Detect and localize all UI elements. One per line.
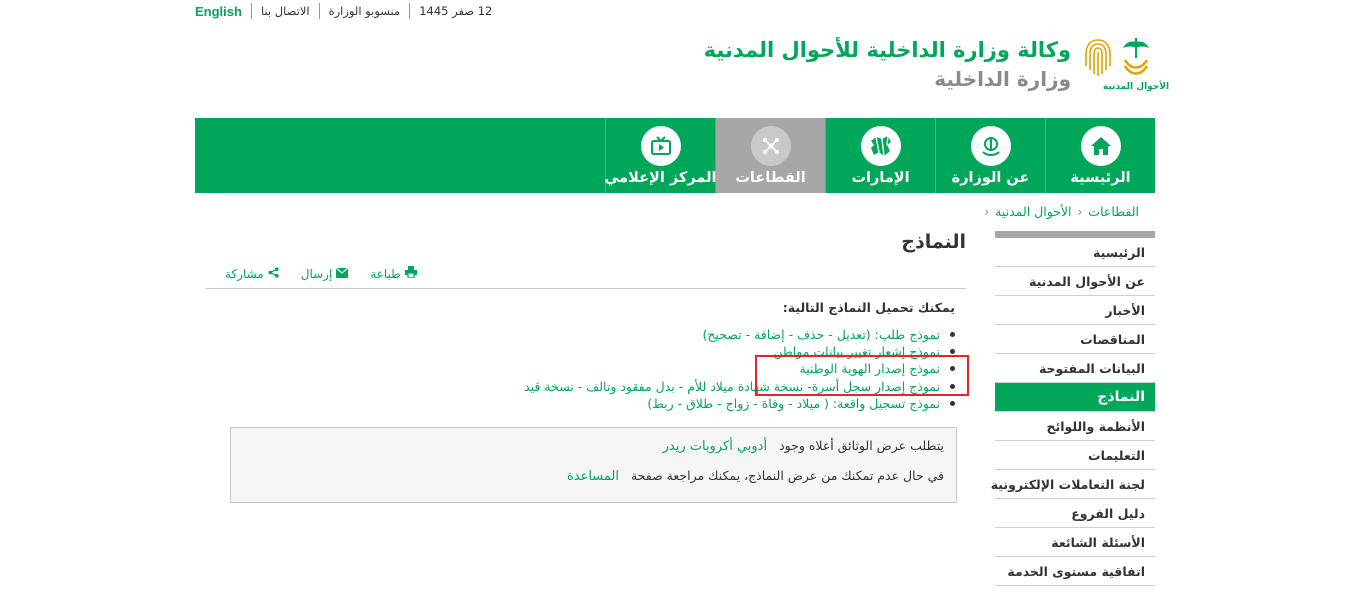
sidebar-item-e-committee[interactable]: لجنة التعاملات الإلكترونية	[991, 470, 1155, 499]
sidebar-item-news[interactable]: الأخبار	[995, 296, 1155, 325]
breadcrumb-sectors[interactable]: القطاعات	[1088, 204, 1139, 219]
page-title: النماذج	[901, 231, 966, 253]
divider	[318, 3, 320, 19]
sidebar-item-open-data[interactable]: البيانات المفتوحة	[995, 354, 1155, 383]
printer-icon	[404, 266, 417, 281]
list-item[interactable]: نموذج تسجيل واقعة: ( ميلاد - وفاة - زواج…	[524, 395, 955, 412]
divider	[409, 3, 411, 19]
sidebar-item-forms[interactable]: النماذج	[995, 383, 1155, 412]
main-nav: الرئيسية عن الوزارة الإمارات القطاعات ال…	[195, 118, 1155, 193]
adobe-reader-link[interactable]: أدوبي أكروبات ريدر	[663, 439, 767, 454]
nav-sectors[interactable]: القطاعات	[715, 118, 825, 193]
highlight-box	[755, 355, 969, 396]
fingerprint-icon	[1083, 36, 1113, 80]
page-tools: مشاركة إرسال طباعة	[225, 266, 417, 281]
bullet	[950, 400, 955, 406]
share-nodes-icon	[750, 126, 791, 166]
sidebar-item-faq[interactable]: الأسئلة الشائعة	[995, 528, 1155, 557]
share-icon	[268, 266, 279, 281]
bullet	[950, 332, 955, 338]
site-logo[interactable]: الأحوال المدنية وكالة وزارة الداخلية للأ…	[703, 36, 1169, 98]
form-link[interactable]: نموذج طلب: (تعديل - حذف - إضافة - تصحيح)	[702, 326, 940, 343]
sidebar-item-sla[interactable]: اتفاقية مستوى الخدمة	[995, 557, 1155, 586]
sidebar-item-instructions[interactable]: التعليمات	[995, 441, 1155, 470]
share-label: مشاركة	[225, 266, 264, 281]
top-utility-bar: English الاتصال بنا منسوبو الوزارة 12 صف…	[195, 2, 500, 20]
breadcrumb: القطاعات ‹ الأحوال المدنية ‹	[978, 204, 1139, 219]
agency-title: وكالة وزارة الداخلية للأحوال المدنية	[703, 38, 1071, 62]
nav-label: المركز الإعلامي	[604, 170, 717, 186]
chevron-left-icon: ‹	[984, 204, 990, 219]
help-page-link[interactable]: المساعدة	[567, 469, 619, 484]
print-button[interactable]: طباعة	[370, 266, 417, 281]
map-icon	[860, 126, 901, 166]
emblem-caption: الأحوال المدنية	[1102, 82, 1170, 92]
ministry-title: وزارة الداخلية	[934, 67, 1071, 91]
bullet	[950, 349, 955, 355]
home-icon	[1080, 126, 1121, 166]
notice-text: في حال عدم تمكنك من عرض النماذج، يمكنك م…	[630, 468, 944, 483]
print-label: طباعة	[370, 266, 401, 281]
send-label: إرسال	[300, 266, 333, 281]
sidebar-menu: الرئيسية عن الأحوال المدنية الأخبار المن…	[991, 231, 1155, 586]
sidebar-item-tenders[interactable]: المناقصات	[995, 325, 1155, 354]
sidebar-item-branches[interactable]: دليل الفروع	[995, 499, 1155, 528]
hijri-date: 12 صفر 1445	[419, 4, 493, 18]
form-link[interactable]: نموذج تسجيل واقعة: ( ميلاد - وفاة - زواج…	[647, 395, 940, 412]
nav-label: عن الوزارة	[951, 170, 1030, 186]
notice-box: يتطلب عرض الوثائق أعلاه وجود أدوبي أكروب…	[230, 427, 957, 503]
notice-text: يتطلب عرض الوثائق أعلاه وجود	[779, 438, 944, 453]
nav-media-center[interactable]: المركز الإعلامي	[604, 118, 717, 193]
send-button[interactable]: إرسال	[301, 266, 349, 281]
saudi-emblem-icon: الأحوال المدنية	[1103, 36, 1169, 98]
ministry-emblem-icon	[970, 126, 1011, 166]
nav-label: الرئيسية	[1070, 170, 1131, 186]
nav-regions[interactable]: الإمارات	[825, 118, 935, 193]
divider	[250, 3, 252, 19]
nav-about-ministry[interactable]: عن الوزارة	[935, 118, 1045, 193]
nav-label: القطاعات	[735, 170, 806, 186]
staff-link[interactable]: منسوبو الوزارة	[329, 4, 401, 18]
nav-label: الإمارات	[851, 170, 910, 186]
sidebar-item-regulations[interactable]: الأنظمة واللوائح	[995, 412, 1155, 441]
list-item[interactable]: نموذج طلب: (تعديل - حذف - إضافة - تصحيح)	[524, 326, 955, 343]
envelope-icon	[335, 267, 349, 281]
tv-icon	[640, 126, 681, 166]
sidebar-item-about[interactable]: عن الأحوال المدنية	[995, 267, 1155, 296]
sidebar-item-home[interactable]: الرئيسية	[995, 238, 1155, 267]
divider	[205, 288, 966, 289]
english-language-link[interactable]: English	[195, 4, 242, 19]
share-button[interactable]: مشاركة	[225, 266, 279, 281]
forms-intro: يمكنك تحميل النماذج التالية:	[782, 300, 955, 315]
contact-us-link[interactable]: الاتصال بنا	[261, 4, 310, 18]
nav-home[interactable]: الرئيسية	[1045, 118, 1155, 193]
breadcrumb-civil-affairs[interactable]: الأحوال المدنية	[995, 204, 1071, 219]
chevron-left-icon: ‹	[1077, 204, 1083, 219]
